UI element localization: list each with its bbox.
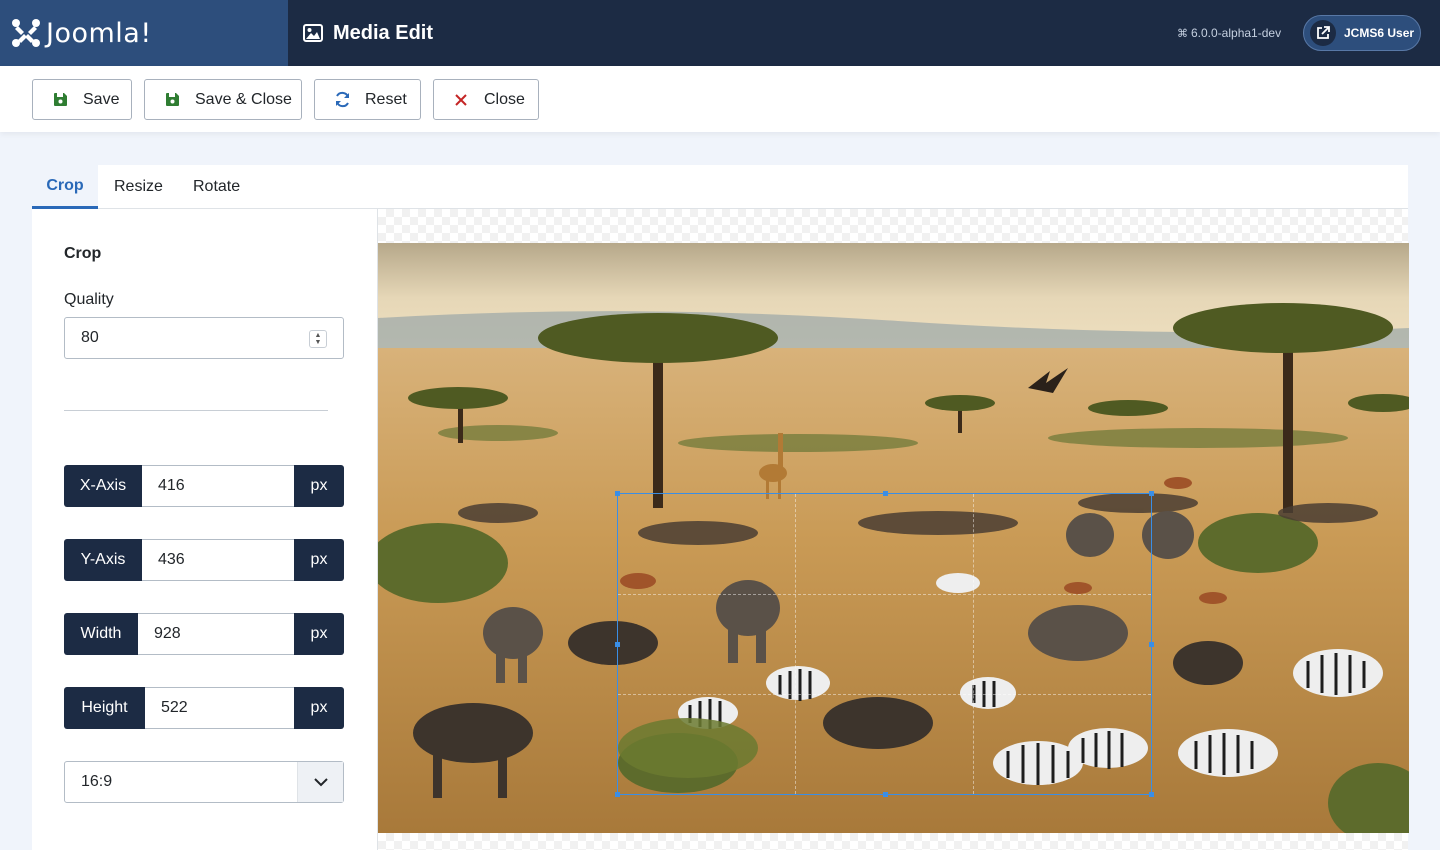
crop-handle-se[interactable] (1149, 792, 1154, 797)
y-axis-field: Y-Axis 436 px (64, 539, 344, 581)
version-text: 6.0.0-alpha1-dev (1191, 26, 1282, 40)
crop-handle-ne[interactable] (1149, 491, 1154, 496)
crop-handle-e[interactable] (1149, 642, 1154, 647)
save-label: Save (83, 90, 120, 108)
save-icon (163, 91, 181, 109)
height-field: Height 522 px (64, 687, 344, 729)
width-input[interactable]: 928 (138, 613, 294, 655)
image-icon (303, 24, 323, 42)
crop-handle-w[interactable] (615, 642, 620, 647)
divider (64, 410, 328, 411)
crop-handle-nw[interactable] (615, 491, 620, 496)
width-unit: px (294, 613, 344, 655)
crop-selection-box[interactable] (615, 491, 1154, 797)
x-axis-label: X-Axis (64, 465, 142, 507)
close-icon (452, 91, 470, 109)
tab-resize[interactable]: Resize (114, 165, 163, 209)
y-axis-input[interactable]: 436 (142, 539, 294, 581)
height-label: Height (64, 687, 145, 729)
save-icon (51, 91, 69, 109)
media-edit-card: Crop Resize Rotate Crop Quality 80 ▲ ▼ X-… (32, 165, 1409, 850)
aspect-ratio-value: 16:9 (81, 773, 113, 790)
crop-grid-line (795, 494, 797, 794)
external-link-icon (1310, 20, 1336, 46)
page-title-text: Media Edit (333, 21, 434, 44)
crop-handle-sw[interactable] (615, 792, 620, 797)
save-button[interactable]: Save (32, 79, 132, 120)
crop-grid-line (972, 494, 974, 794)
page-title: Media Edit (303, 0, 433, 66)
crop-panel-title: Crop (64, 245, 102, 262)
y-axis-unit: px (294, 539, 344, 581)
edit-tabs: Crop Resize Rotate (32, 165, 1408, 209)
version-info: ⌘ 6.0.0-alpha1-dev (1177, 0, 1281, 66)
tab-rotate[interactable]: Rotate (193, 165, 240, 209)
width-label: Width (64, 613, 138, 655)
top-header: Joomla! Media Edit ⌘ 6.0.0-alpha1-dev JC… (0, 0, 1440, 66)
x-axis-field: X-Axis 416 px (64, 465, 344, 507)
aspect-ratio-select[interactable]: 16:9 (64, 761, 344, 803)
close-button[interactable]: Close (433, 79, 539, 120)
close-label: Close (484, 90, 525, 108)
joomla-logo-icon (12, 19, 40, 47)
x-axis-unit: px (294, 465, 344, 507)
image-canvas[interactable] (377, 209, 1409, 850)
quality-input[interactable]: 80 ▲ ▼ (64, 317, 344, 359)
tab-crop[interactable]: Crop (32, 165, 98, 209)
save-close-label: Save & Close (195, 90, 292, 108)
chevron-down-icon (297, 762, 343, 802)
quality-label: Quality (64, 291, 114, 308)
action-toolbar: Save Save & Close Reset Close (0, 66, 1440, 132)
quality-value: 80 (81, 329, 99, 346)
user-menu-button[interactable]: JCMS6 User (1303, 15, 1421, 51)
crop-handle-n[interactable] (883, 491, 888, 496)
user-name: JCMS6 User (1344, 26, 1415, 40)
brand-logo[interactable]: Joomla! (0, 0, 288, 66)
width-field: Width 928 px (64, 613, 344, 655)
joomla-small-icon: ⌘ (1177, 27, 1188, 40)
number-spinner-icon[interactable]: ▲ ▼ (309, 330, 327, 348)
reset-label: Reset (365, 90, 407, 108)
save-close-button[interactable]: Save & Close (144, 79, 302, 120)
height-input[interactable]: 522 (145, 687, 294, 729)
height-unit: px (294, 687, 344, 729)
crop-grid-line (618, 693, 1151, 695)
refresh-icon (333, 91, 351, 109)
reset-button[interactable]: Reset (314, 79, 421, 120)
x-axis-input[interactable]: 416 (142, 465, 294, 507)
y-axis-label: Y-Axis (64, 539, 142, 581)
crop-grid-line (618, 593, 1151, 595)
crop-handle-s[interactable] (883, 792, 888, 797)
brand-name: Joomla! (46, 17, 152, 49)
